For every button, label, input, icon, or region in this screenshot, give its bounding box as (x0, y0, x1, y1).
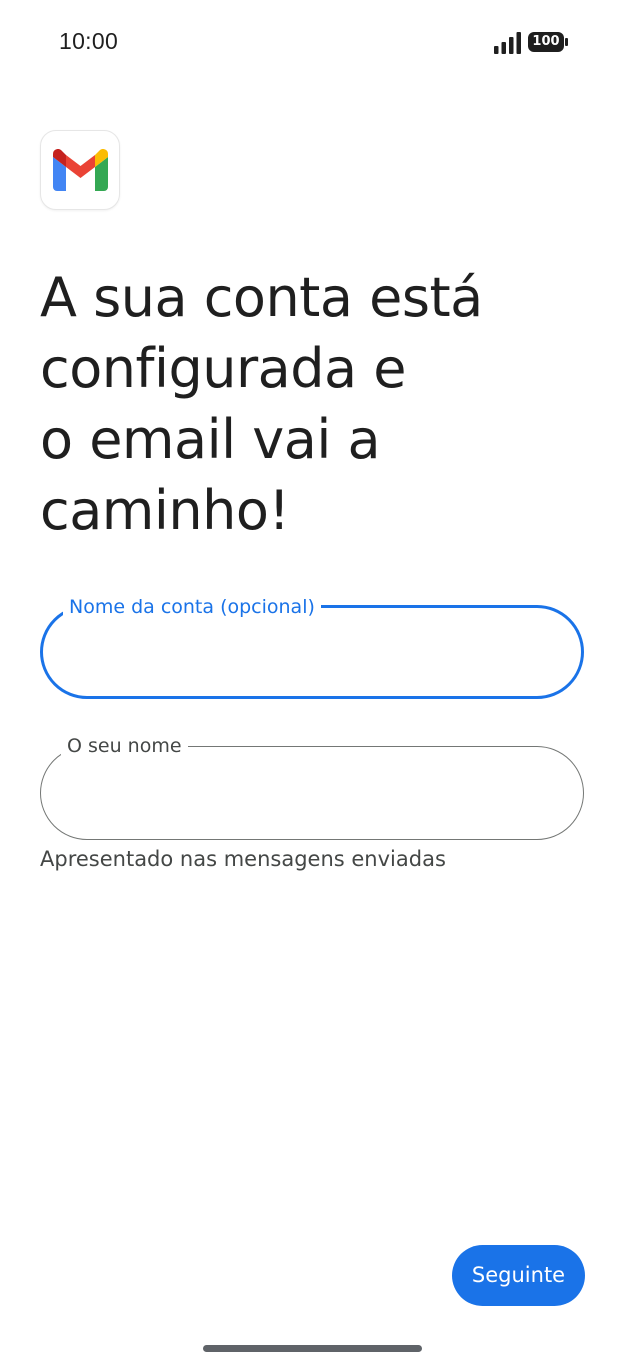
battery-level: 100 (532, 34, 560, 49)
account-name-label: Nome da conta (opcional) (63, 596, 321, 618)
your-name-label: O seu nome (61, 735, 188, 757)
status-time: 10:00 (59, 28, 119, 54)
signal-icon (494, 32, 521, 54)
your-name-field[interactable]: O seu nome (40, 735, 584, 840)
your-name-input[interactable] (67, 771, 551, 813)
page-title-line: o email vai a (40, 408, 381, 471)
next-button[interactable]: Seguinte (452, 1245, 585, 1306)
home-indicator[interactable] (203, 1345, 422, 1352)
status-bar: 10:00 100 (0, 0, 625, 86)
gmail-logo-icon (53, 149, 108, 191)
your-name-helper-text: Apresentado nas mensagens enviadas (40, 847, 446, 871)
gmail-logo (40, 130, 120, 210)
account-name-field[interactable]: Nome da conta (opcional) (40, 596, 584, 699)
page-title: A sua conta está configurada e o email v… (40, 262, 600, 546)
page-title-line: caminho! (40, 479, 290, 542)
page-title-line: A sua conta está (40, 266, 483, 329)
page-title-line: configurada e (40, 337, 407, 400)
account-name-input[interactable] (69, 632, 553, 674)
